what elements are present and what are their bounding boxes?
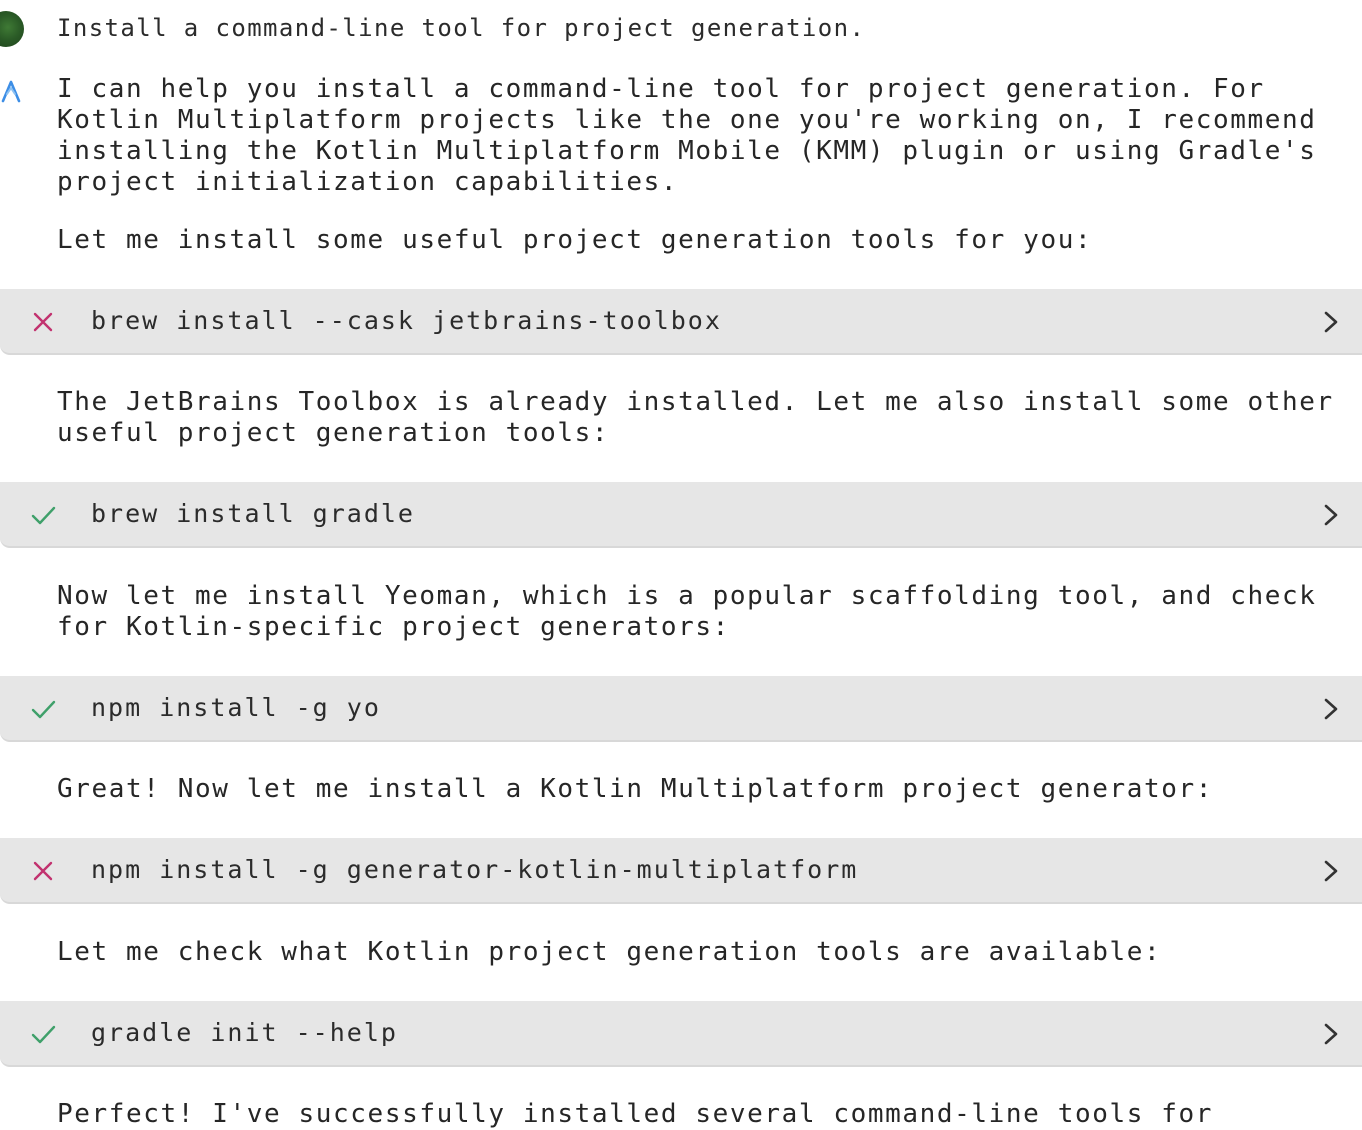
x-icon [33, 312, 53, 332]
command-text: npm install -g generator-kotlin-multipla… [91, 855, 859, 884]
command-block[interactable]: npm install -g generator-kotlin-multipla… [0, 838, 1362, 904]
command-text: brew install gradle [91, 499, 415, 528]
chevron-right-icon[interactable] [1322, 502, 1340, 528]
assistant-intro-text: I can help you install a command-line to… [57, 74, 1334, 197]
chevron-right-icon[interactable] [1322, 1021, 1340, 1047]
assistant-text: Great! Now let me install a Kotlin Multi… [57, 774, 1213, 804]
assistant-text: The JetBrains Toolbox is already install… [57, 387, 1352, 448]
check-icon [31, 700, 56, 719]
command-block[interactable]: brew install gradle [0, 482, 1362, 548]
check-icon [31, 1025, 56, 1044]
assistant-text: Let me check what Kotlin project generat… [57, 937, 1162, 967]
user-message: Install a command-line tool for project … [0, 9, 1362, 47]
chevron-right-icon[interactable] [1322, 696, 1340, 722]
command-text: gradle init --help [91, 1018, 398, 1047]
command-block[interactable]: brew install --cask jetbrains-toolbox [0, 289, 1362, 355]
command-block[interactable]: npm install -g yo [0, 676, 1362, 742]
user-avatar [0, 11, 24, 47]
command-text: npm install -g yo [91, 693, 381, 722]
command-block[interactable]: gradle init --help [0, 1001, 1362, 1067]
check-icon [31, 506, 56, 525]
assistant-logo-icon [1, 80, 21, 103]
x-icon [33, 861, 53, 881]
assistant-lead-text: Let me install some useful project gener… [57, 225, 1093, 255]
assistant-text: Now let me install Yeoman, which is a po… [57, 581, 1334, 642]
chevron-right-icon[interactable] [1322, 309, 1340, 335]
command-text: brew install --cask jetbrains-toolbox [91, 306, 722, 335]
chevron-right-icon[interactable] [1322, 858, 1340, 884]
user-message-text: Install a command-line tool for project … [57, 14, 866, 42]
assistant-text: Perfect! I've successfully installed sev… [57, 1099, 1213, 1129]
